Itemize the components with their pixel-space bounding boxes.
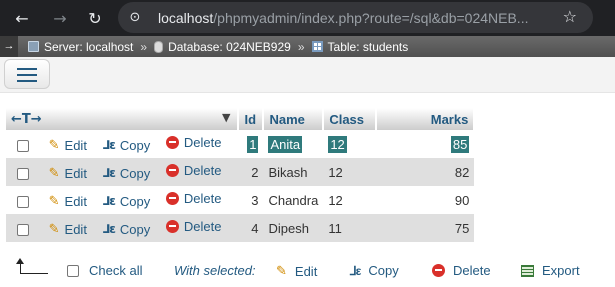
cell-id[interactable]: 3 — [238, 186, 264, 214]
export-icon — [521, 264, 534, 277]
breadcrumb-separator: » — [297, 39, 305, 54]
cell-name[interactable]: Dipesh — [263, 214, 324, 242]
database-icon — [154, 40, 164, 53]
select-arrow-icon — [16, 258, 48, 274]
delete-icon — [165, 220, 179, 233]
copy-icon: ⅃ε — [102, 222, 116, 236]
navigation-toggle-icon[interactable]: → — [0, 36, 18, 57]
server-icon — [28, 41, 39, 52]
delete-link[interactable]: Delete — [165, 135, 221, 150]
delete-link[interactable]: Delete — [165, 219, 221, 234]
copy-icon: ⅃ε — [350, 263, 361, 278]
delete-link[interactable]: Delete — [165, 163, 221, 178]
table-icon — [311, 41, 323, 52]
site-info-icon[interactable]: ⊙ — [124, 7, 146, 29]
bulk-actions-bar: Check all With selected: ✎ Edit ⅃ε Copy De… — [0, 255, 615, 285]
address-bar[interactable]: ⊙ localhost/phpmyadmin/index.php?route=/… — [118, 2, 593, 33]
breadcrumb-database[interactable]: Database: 024NEB929 — [168, 40, 291, 54]
forward-button[interactable]: → — [47, 5, 73, 31]
cell-marks[interactable]: 85 — [376, 130, 475, 158]
row-checkbox[interactable] — [17, 167, 29, 180]
check-all-checkbox[interactable] — [67, 264, 79, 277]
table-row: ✎ Edit ⅃ε Copy Delete 1 Anita 12 85 — [6, 130, 475, 158]
row-actions: ✎ Edit ⅃ε Copy Delete — [6, 186, 239, 214]
cell-class[interactable]: 11 — [323, 214, 377, 242]
edit-link[interactable]: ✎ Edit — [49, 194, 87, 209]
breadcrumb-table[interactable]: Table: students — [328, 40, 409, 54]
cell-id[interactable]: 1 — [238, 130, 264, 158]
row-actions: ✎ Edit ⅃ε Copy Delete — [6, 158, 239, 186]
url-text[interactable]: localhost/phpmyadmin/index.php?route=/sq… — [158, 10, 538, 26]
cell-id[interactable]: 2 — [238, 158, 264, 186]
check-all-label[interactable]: Check all — [89, 263, 142, 278]
bulk-copy-button[interactable]: ⅃ε Copy — [350, 263, 399, 278]
delete-link[interactable]: Delete — [165, 191, 221, 206]
column-header-class[interactable]: Class — [323, 108, 378, 130]
column-arrows-icon[interactable]: ←T→ — [11, 112, 42, 127]
row-checkbox[interactable] — [17, 139, 29, 152]
copy-icon: ⅃ε — [102, 194, 116, 208]
edit-link[interactable]: ✎ Edit — [49, 138, 87, 153]
column-header-marks[interactable]: Marks — [376, 108, 476, 130]
cell-marks[interactable]: 75 — [376, 214, 475, 242]
cell-class[interactable]: 12 — [323, 186, 377, 214]
breadcrumb-separator: » — [140, 39, 148, 54]
cell-name[interactable]: Chandra — [263, 186, 324, 214]
table-row: ✎ Edit ⅃ε Copy Delete 3 Chandra 12 90 — [6, 186, 475, 214]
breadcrumb: → Server: localhost » Database: 024NEB92… — [0, 36, 615, 57]
breadcrumb-server[interactable]: Server: localhost — [44, 40, 133, 54]
table-header-row: ←T→ ▼ Id Name Class Marks — [6, 108, 476, 130]
back-button[interactable]: ← — [9, 5, 35, 31]
bulk-edit-button[interactable]: ✎ Edit — [276, 263, 317, 279]
cell-marks[interactable]: 82 — [376, 158, 475, 186]
column-header-id[interactable]: Id — [238, 108, 265, 130]
reload-button[interactable]: ↻ — [82, 5, 108, 31]
actions-header: ←T→ ▼ — [6, 108, 240, 130]
menu-bar — [0, 57, 615, 93]
pencil-icon: ✎ — [48, 222, 60, 237]
pencil-icon: ✎ — [48, 138, 60, 153]
check-all[interactable]: Check all — [67, 263, 142, 278]
menu-toggle-button[interactable] — [4, 59, 50, 89]
bulk-export-button[interactable]: Export — [521, 263, 580, 278]
copy-link[interactable]: ⅃ε Copy — [103, 222, 151, 237]
delete-icon — [165, 164, 179, 177]
row-actions: ✎ Edit ⅃ε Copy Delete — [6, 214, 239, 242]
hamburger-icon — [17, 80, 37, 82]
with-selected-label: With selected: — [174, 263, 256, 278]
table-row: ✎ Edit ⅃ε Copy Delete 2 Bikash 12 82 — [6, 158, 475, 186]
copy-icon: ⅃ε — [102, 166, 116, 180]
copy-link[interactable]: ⅃ε Copy — [103, 166, 151, 181]
pencil-icon: ✎ — [276, 263, 287, 278]
cell-class[interactable]: 12 — [323, 130, 377, 158]
cell-class[interactable]: 12 — [323, 158, 377, 186]
cell-marks[interactable]: 90 — [376, 186, 475, 214]
bulk-delete-button[interactable]: Delete — [432, 263, 491, 278]
row-checkbox[interactable] — [17, 223, 29, 236]
star-icon[interactable]: ☆ — [563, 7, 577, 26]
delete-icon — [165, 136, 179, 149]
delete-icon — [432, 264, 445, 277]
column-options-icon[interactable]: ▼ — [222, 111, 230, 124]
edit-link[interactable]: ✎ Edit — [49, 222, 87, 237]
browser-toolbar: ← → ↻ ⊙ localhost/phpmyadmin/index.php?r… — [0, 0, 615, 36]
hamburger-icon — [17, 74, 37, 76]
cell-name[interactable]: Anita — [263, 130, 324, 158]
results-table: ←T→ ▼ Id Name Class Marks ✎ Edit ⅃ε Copy D… — [6, 108, 476, 242]
row-actions: ✎ Edit ⅃ε Copy Delete — [6, 130, 239, 158]
cell-name[interactable]: Bikash — [263, 158, 324, 186]
copy-icon: ⅃ε — [102, 138, 116, 152]
column-header-name[interactable]: Name — [263, 108, 325, 130]
pencil-icon: ✎ — [48, 194, 60, 209]
table-row: ✎ Edit ⅃ε Copy Delete 4 Dipesh 11 75 — [6, 214, 475, 242]
hamburger-icon — [17, 68, 37, 70]
edit-link[interactable]: ✎ Edit — [49, 166, 87, 181]
delete-icon — [165, 192, 179, 205]
row-checkbox[interactable] — [17, 195, 29, 208]
pencil-icon: ✎ — [48, 166, 60, 181]
cell-id[interactable]: 4 — [238, 214, 264, 242]
copy-link[interactable]: ⅃ε Copy — [103, 138, 151, 153]
copy-link[interactable]: ⅃ε Copy — [103, 194, 151, 209]
